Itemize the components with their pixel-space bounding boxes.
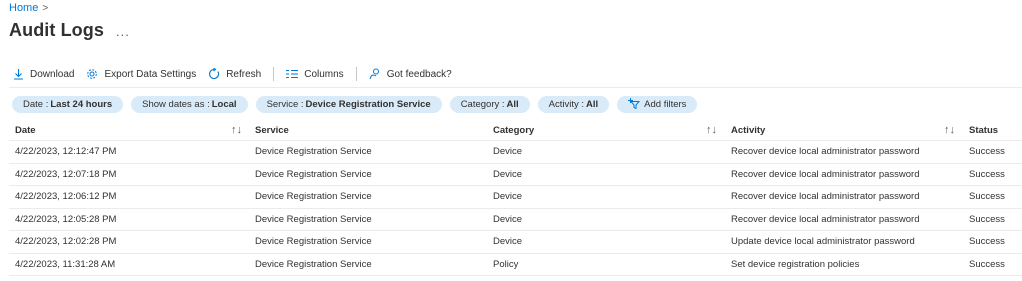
cell-activity: Recover device local administrator passw… bbox=[731, 191, 920, 203]
refresh-icon bbox=[208, 68, 220, 80]
columns-icon bbox=[286, 69, 299, 79]
filter-pill-date[interactable]: Date : Last 24 hours bbox=[12, 96, 124, 113]
feedback-label: Got feedback? bbox=[386, 68, 452, 80]
add-filter-icon bbox=[628, 97, 641, 112]
filter-pill-activity[interactable]: Activity : All bbox=[537, 96, 610, 113]
breadcrumb: Home > bbox=[9, 2, 48, 14]
table-row[interactable]: 4/22/2023, 11:31:28 AM Device Registrati… bbox=[9, 254, 1022, 276]
cell-date: 4/22/2023, 12:02:28 PM bbox=[15, 236, 117, 248]
filter-pill-category[interactable]: Category : All bbox=[449, 96, 530, 113]
breadcrumb-home-link[interactable]: Home bbox=[9, 2, 38, 14]
table-row[interactable]: 4/22/2023, 12:05:28 PM Device Registrati… bbox=[9, 209, 1022, 231]
more-icon[interactable]: ... bbox=[116, 24, 130, 39]
cell-date: 4/22/2023, 12:05:28 PM bbox=[15, 213, 117, 225]
cell-category: Policy bbox=[493, 258, 519, 270]
cell-date: 4/22/2023, 12:06:12 PM bbox=[15, 191, 117, 203]
filter-value: All bbox=[506, 99, 519, 110]
download-icon bbox=[13, 68, 24, 80]
table-header: Date ↑↓ Service Category ↑↓ Activity ↑↓ … bbox=[9, 120, 1022, 141]
cell-service: Device Registration Service bbox=[255, 168, 372, 180]
refresh-button[interactable]: Refresh bbox=[208, 68, 261, 80]
sort-icon[interactable]: ↑↓ bbox=[944, 120, 955, 140]
table-row[interactable]: 4/22/2023, 12:02:28 PM Device Registrati… bbox=[9, 231, 1022, 254]
cell-date: 4/22/2023, 12:07:18 PM bbox=[15, 168, 117, 180]
cell-activity: Recover device local administrator passw… bbox=[731, 168, 920, 180]
feedback-icon bbox=[369, 68, 381, 80]
columns-button[interactable]: Columns bbox=[286, 68, 344, 80]
cell-category: Device bbox=[493, 191, 523, 203]
table-row[interactable]: 4/22/2023, 12:06:12 PM Device Registrati… bbox=[9, 186, 1022, 209]
page-title: Audit Logs bbox=[9, 20, 104, 40]
filter-value: Device Registration Service bbox=[305, 99, 431, 110]
add-filters-label: Add filters bbox=[644, 99, 687, 110]
column-header-activity[interactable]: Activity bbox=[731, 120, 765, 140]
filter-label: Service : bbox=[266, 99, 304, 110]
filter-bar: Date : Last 24 hours Show dates as : Loc… bbox=[12, 96, 698, 113]
cell-date: 4/22/2023, 12:12:47 PM bbox=[15, 146, 117, 158]
cell-status: Success bbox=[969, 236, 1005, 248]
cell-category: Device bbox=[493, 236, 523, 248]
cell-status: Success bbox=[969, 191, 1005, 203]
cell-service: Device Registration Service bbox=[255, 213, 372, 225]
filter-label: Show dates as : bbox=[142, 99, 210, 110]
toolbar-underline bbox=[9, 87, 1022, 88]
cell-status: Success bbox=[969, 146, 1005, 158]
column-header-category[interactable]: Category bbox=[493, 120, 534, 140]
toolbar-divider bbox=[273, 67, 275, 81]
export-data-settings-button[interactable]: Export Data Settings bbox=[86, 68, 196, 80]
filter-label: Category : bbox=[460, 99, 505, 110]
cell-status: Success bbox=[969, 213, 1005, 225]
filter-value: All bbox=[586, 99, 599, 110]
cell-service: Device Registration Service bbox=[255, 146, 372, 158]
title-row: Audit Logs ... bbox=[9, 20, 130, 41]
download-label: Download bbox=[30, 68, 75, 80]
columns-label: Columns bbox=[304, 68, 344, 80]
table-row[interactable]: 4/22/2023, 12:07:18 PM Device Registrati… bbox=[9, 164, 1022, 186]
filter-label: Activity : bbox=[548, 99, 585, 110]
cell-service: Device Registration Service bbox=[255, 191, 372, 203]
download-button[interactable]: Download bbox=[13, 68, 74, 80]
cell-activity: Recover device local administrator passw… bbox=[731, 146, 920, 158]
filter-value: Local bbox=[211, 99, 237, 110]
cell-service: Device Registration Service bbox=[255, 236, 372, 248]
table-row[interactable]: 4/22/2023, 12:12:47 PM Device Registrati… bbox=[9, 141, 1022, 164]
cell-date: 4/22/2023, 11:31:28 AM bbox=[15, 258, 116, 270]
export-label: Export Data Settings bbox=[104, 68, 197, 80]
refresh-label: Refresh bbox=[226, 68, 262, 80]
cell-activity: Update device local administrator passwo… bbox=[731, 236, 915, 248]
filter-value: Last 24 hours bbox=[50, 99, 113, 110]
sort-icon[interactable]: ↑↓ bbox=[231, 120, 242, 140]
filter-pill-service[interactable]: Service : Device Registration Service bbox=[255, 96, 442, 113]
add-filters-button[interactable]: Add filters bbox=[617, 96, 698, 113]
filter-pill-show-dates[interactable]: Show dates as : Local bbox=[131, 96, 248, 113]
gear-icon bbox=[86, 68, 98, 80]
column-header-status[interactable]: Status bbox=[969, 120, 998, 140]
audit-log-table: Date ↑↓ Service Category ↑↓ Activity ↑↓ … bbox=[9, 120, 1022, 276]
toolbar: Download Export Data Settings Refresh Co… bbox=[13, 64, 464, 84]
toolbar-divider bbox=[355, 67, 357, 81]
cell-activity: Set device registration policies bbox=[731, 258, 860, 270]
filter-label: Date : bbox=[23, 99, 49, 110]
column-header-service[interactable]: Service bbox=[255, 120, 289, 140]
sort-icon[interactable]: ↑↓ bbox=[706, 120, 717, 140]
cell-category: Device bbox=[493, 146, 523, 158]
column-header-date[interactable]: Date bbox=[15, 120, 36, 140]
feedback-button[interactable]: Got feedback? bbox=[369, 68, 452, 80]
breadcrumb-separator: > bbox=[42, 2, 49, 14]
cell-status: Success bbox=[969, 168, 1005, 180]
cell-category: Device bbox=[493, 213, 523, 225]
cell-status: Success bbox=[969, 258, 1005, 270]
cell-category: Device bbox=[493, 168, 523, 180]
cell-activity: Recover device local administrator passw… bbox=[731, 213, 920, 225]
cell-service: Device Registration Service bbox=[255, 258, 372, 270]
